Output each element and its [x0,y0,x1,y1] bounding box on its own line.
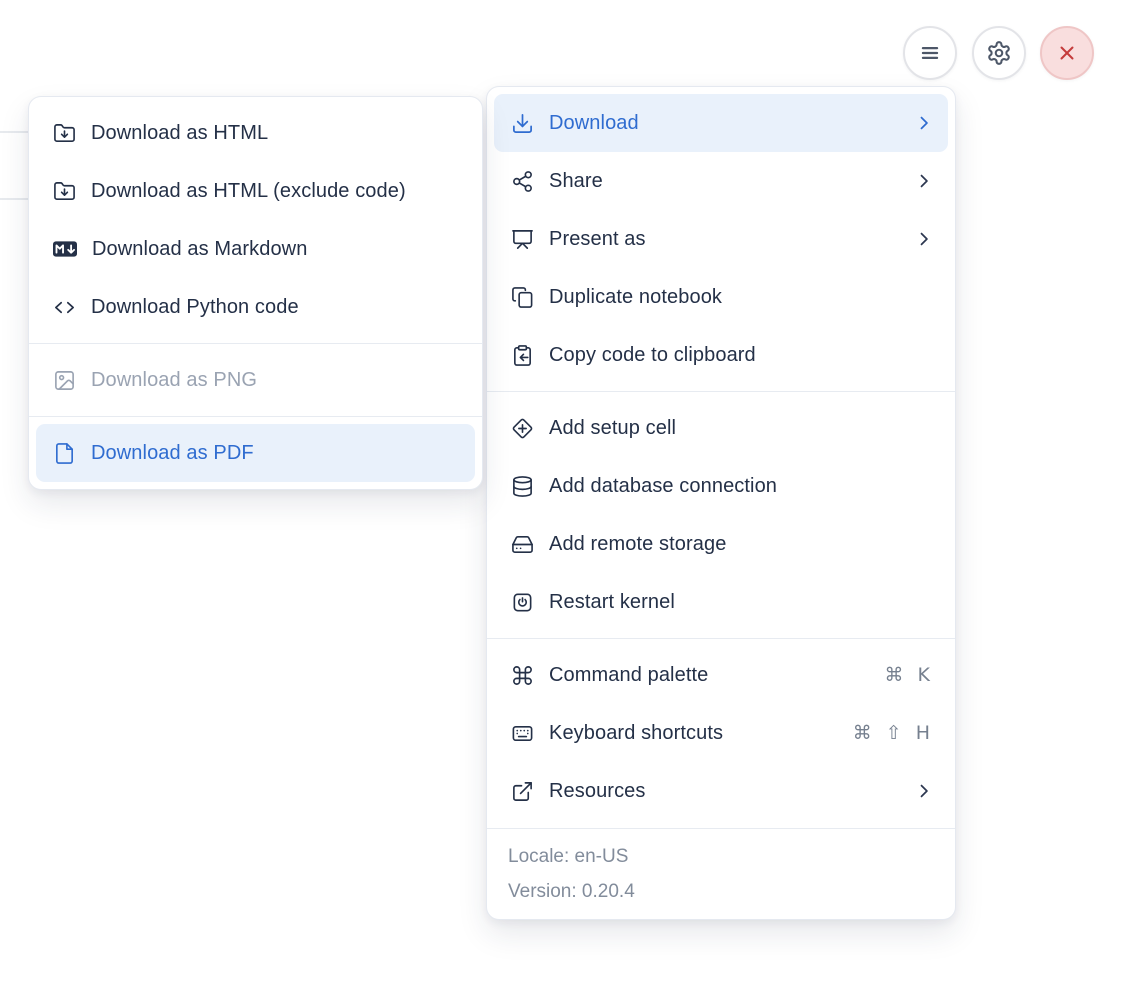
external-link-icon [513,781,532,801]
locale-text: Locale: en-US [508,846,629,867]
menu-item-download[interactable]: Download [494,94,948,152]
menu-divider [29,343,482,344]
menu-item-label: Add database connection [549,474,778,497]
hamburger-menu-icon [921,46,939,60]
background-cell-edge [0,131,29,133]
menu-item-label: Keyboard shortcuts [549,721,724,744]
menu-item-label: Download as Markdown [92,237,308,260]
duplicate-icon [512,286,533,308]
menu-item-download-as-png: Download as PNG [36,351,475,409]
menu-item-label: Download as HTML (exclude code) [91,179,406,202]
menu-item-label: Download as PNG [91,368,258,391]
chevron-right-icon [920,174,928,188]
download-submenu: Download as HTML Download as HTML (exclu… [28,96,483,490]
code-icon [55,301,74,313]
shortcut-hint: ⌘ ⇧ H [852,722,934,744]
markdown-icon [53,241,77,257]
download-icon [513,113,532,133]
menu-item-label: Share [549,169,603,192]
menu-item-download-as-html[interactable]: Download as HTML [36,104,475,162]
menu-item-download-as-pdf[interactable]: Download as PDF [36,424,475,482]
menu-item-label: Add setup cell [549,416,677,439]
menu-item-present-as[interactable]: Present as [494,210,948,268]
menu-item-label: Download as PDF [91,441,254,464]
menu-item-share[interactable]: Share [494,152,948,210]
image-icon [55,370,74,390]
menu-item-label: Present as [549,227,646,250]
menu-item-keyboard-shortcuts[interactable]: Keyboard shortcuts ⌘ ⇧ H [494,704,948,762]
menu-divider [487,638,955,639]
file-icon [56,442,73,464]
menu-item-download-python-code[interactable]: Download Python code [36,278,475,336]
menu-item-label: Download [549,111,639,134]
clipboard-copy-icon [514,344,531,366]
command-icon [513,665,532,685]
diamond-plus-icon [512,418,533,438]
menu-item-add-remote-storage[interactable]: Add remote storage [494,515,948,573]
menu-item-restart-kernel[interactable]: Restart kernel [494,573,948,631]
menu-item-label: Add remote storage [549,532,727,555]
menu-item-download-as-html-exclude-code[interactable]: Download as HTML (exclude code) [36,162,475,220]
notebook-menu: Download Share Present as Duplicate note… [486,86,956,920]
database-icon [513,475,532,497]
share-icon [513,170,532,192]
menu-item-duplicate-notebook[interactable]: Duplicate notebook [494,268,948,326]
hard-drive-icon [512,535,533,553]
close-button[interactable] [1040,26,1094,80]
menu-footer: Locale: en-US Version: 0.20.4 [487,828,955,919]
keyboard-icon [512,725,533,741]
menu-item-label: Command palette [549,663,709,686]
menu-item-command-palette[interactable]: Command palette ⌘ K [494,646,948,704]
menu-item-resources[interactable]: Resources [494,762,948,820]
shortcut-hint: ⌘ K [884,664,934,686]
menu-item-copy-code-to-clipboard[interactable]: Copy code to clipboard [494,326,948,384]
presentation-icon [512,229,533,249]
gear-icon [988,41,1010,65]
menu-item-label: Download as HTML [91,121,269,144]
folder-down-icon [54,181,75,200]
settings-button[interactable] [972,26,1026,80]
menu-item-label: Resources [549,779,646,802]
menu-item-add-setup-cell[interactable]: Add setup cell [494,399,948,457]
menu-item-download-as-markdown[interactable]: Download as Markdown [36,220,475,278]
chevron-right-icon [920,116,928,130]
background-cell-edge [0,198,29,200]
close-icon [1060,46,1074,60]
folder-down-icon [54,123,75,142]
notebook-menu-button[interactable] [903,26,957,80]
chevron-right-icon [920,784,928,798]
menu-item-label: Duplicate notebook [549,285,723,308]
menu-divider [29,416,482,417]
power-square-icon [513,593,532,611]
version-text: Version: 0.20.4 [508,881,635,902]
menu-item-add-database-connection[interactable]: Add database connection [494,457,948,515]
menu-item-label: Restart kernel [549,590,675,613]
menu-item-label: Download Python code [91,295,299,318]
menu-divider [487,391,955,392]
chevron-right-icon [920,232,928,246]
menu-item-label: Copy code to clipboard [549,343,756,366]
